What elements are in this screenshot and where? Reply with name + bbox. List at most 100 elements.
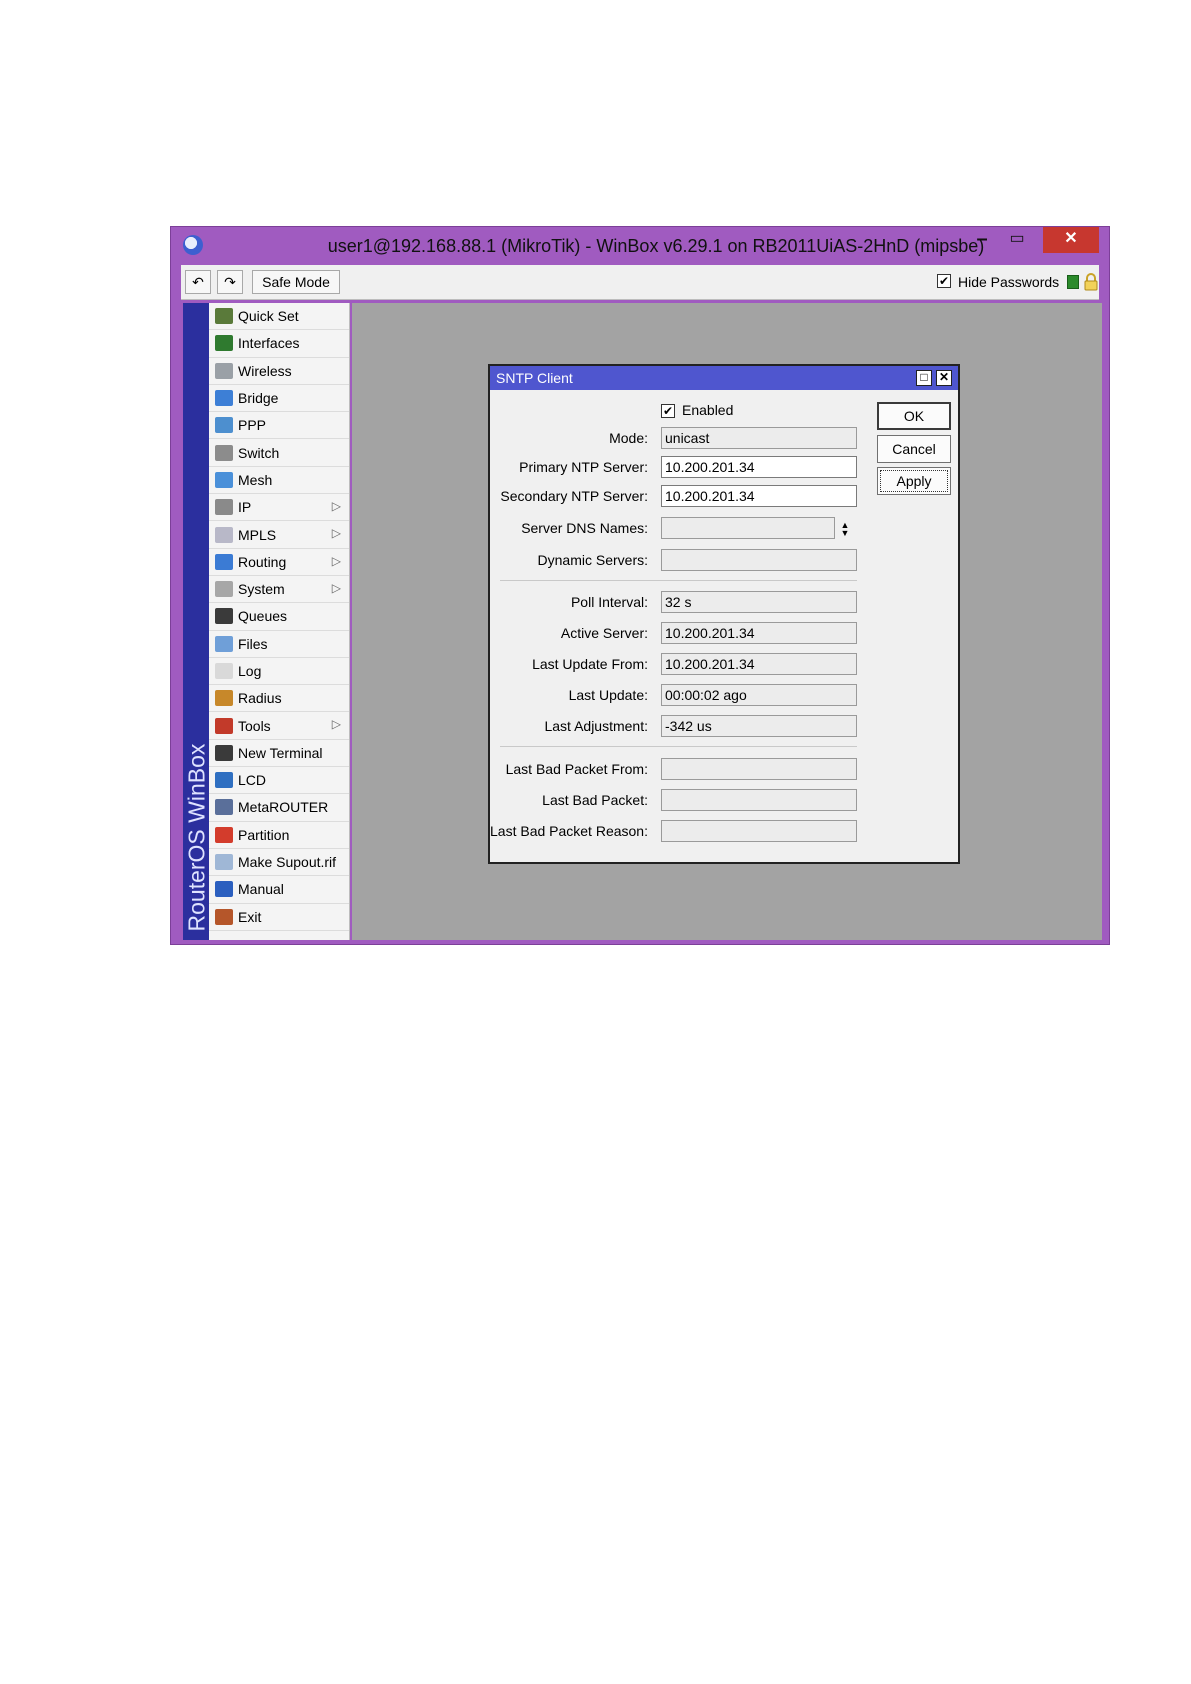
wireless-icon xyxy=(215,362,233,379)
minimize-button[interactable]: – xyxy=(966,227,998,253)
sidebar-item-label: PPP xyxy=(238,417,267,434)
sidebar-item-files[interactable]: Files xyxy=(209,631,349,658)
primary-ntp-input[interactable]: 10.200.201.34 xyxy=(661,456,857,478)
last-bad-packet-from-label: Last Bad Packet From: xyxy=(505,761,648,777)
secondary-ntp-input[interactable]: 10.200.201.34 xyxy=(661,485,857,507)
sidebar-item-interfaces[interactable]: Interfaces xyxy=(209,330,349,358)
ip-icon xyxy=(215,499,233,516)
quick-set-icon xyxy=(215,308,233,325)
sidebar-item-system[interactable]: System ▷ xyxy=(209,576,349,604)
updown-arrows-icon[interactable]: ▲ ▼ xyxy=(839,521,851,539)
sidebar-item-mpls[interactable]: MPLS ▷ xyxy=(209,521,349,549)
apply-button[interactable]: Apply xyxy=(877,467,951,495)
sidebar-item-new-terminal[interactable]: New Terminal xyxy=(209,740,349,768)
sidebar-item-switch[interactable]: Switch xyxy=(209,439,349,467)
close-button[interactable]: ✕ xyxy=(1043,227,1099,253)
sidebar-item-label: Tools xyxy=(238,717,271,734)
sidebar-item-label: Partition xyxy=(238,826,290,843)
winbox-app-icon[interactable] xyxy=(183,235,203,255)
lock-icon xyxy=(1084,273,1098,291)
sidebar-item-manual[interactable]: Manual xyxy=(209,876,349,904)
system-icon xyxy=(215,581,233,598)
sidebar-item-metarouter[interactable]: MetaROUTER xyxy=(209,794,349,822)
sidebar-item-lcd[interactable]: LCD xyxy=(209,767,349,795)
ppp-icon xyxy=(215,417,233,434)
routing-icon xyxy=(215,553,233,570)
sidebar-item-label: Mesh xyxy=(238,471,273,488)
supout-icon xyxy=(215,854,233,871)
toolbar: ↶ ↷ Safe Mode ✔ Hide Passwords xyxy=(181,265,1099,300)
partition-icon xyxy=(215,826,233,843)
sidebar-item-make-supout-rif[interactable]: Make Supout.rif xyxy=(209,849,349,877)
sidebar-item-ppp[interactable]: PPP xyxy=(209,412,349,440)
sidebar-brand-strip: RouterOS WinBox xyxy=(183,303,210,940)
sidebar-item-label: Log xyxy=(238,663,262,679)
server-dns-names-input[interactable] xyxy=(661,517,835,539)
redo-button[interactable]: ↷ xyxy=(217,270,243,294)
sidebar-item-tools[interactable]: Tools ▷ xyxy=(209,712,349,740)
mpls-icon xyxy=(215,526,233,543)
ok-button[interactable]: OK xyxy=(877,402,951,430)
hide-passwords-label[interactable]: Hide Passwords xyxy=(958,274,1059,290)
mesh-icon xyxy=(215,471,233,488)
submenu-arrow-icon: ▷ xyxy=(331,580,341,595)
bridge-icon xyxy=(215,390,233,407)
last-adjustment-field: -342 us xyxy=(661,715,857,737)
sidebar-item-bridge[interactable]: Bridge xyxy=(209,385,349,413)
separator xyxy=(500,580,857,581)
last-bad-packet-label: Last Bad Packet: xyxy=(542,792,648,808)
last-update-from-field: 10.200.201.34 xyxy=(661,653,857,675)
mode-label: Mode: xyxy=(609,430,648,446)
submenu-arrow-icon: ▷ xyxy=(331,553,341,568)
maximize-button[interactable]: ▭ xyxy=(1001,227,1033,253)
dialog-maximize-button[interactable]: □ xyxy=(916,370,932,386)
sidebar-item-label: Files xyxy=(238,635,268,652)
terminal-icon xyxy=(215,744,233,761)
submenu-arrow-icon: ▷ xyxy=(331,717,341,732)
sidebar-item-radius[interactable]: Radius xyxy=(209,685,349,713)
submenu-arrow-icon: ▷ xyxy=(331,526,341,541)
sidebar-item-quick-set[interactable]: Quick Set xyxy=(209,303,349,331)
last-bad-packet-reason-field xyxy=(661,820,857,842)
last-bad-packet-field xyxy=(661,789,857,811)
cancel-button[interactable]: Cancel xyxy=(877,435,951,463)
brand-label: RouterOS WinBox xyxy=(183,743,210,932)
sidebar-item-exit[interactable]: Exit xyxy=(209,904,349,931)
manual-icon xyxy=(215,881,233,898)
last-update-from-label: Last Update From: xyxy=(532,656,648,672)
secondary-ntp-label: Secondary NTP Server: xyxy=(500,488,648,504)
sidebar-item-label: Exit xyxy=(238,908,262,925)
dynamic-servers-label: Dynamic Servers: xyxy=(537,552,648,568)
sidebar-item-label: New Terminal xyxy=(238,744,323,761)
dialog-close-button[interactable]: ✕ xyxy=(936,370,952,386)
interfaces-icon xyxy=(215,335,233,352)
dialog-title[interactable]: SNTP Client xyxy=(490,366,958,390)
primary-ntp-label: Primary NTP Server: xyxy=(519,459,648,475)
sidebar-item-label: MPLS xyxy=(238,526,277,543)
poll-interval-field: 32 s xyxy=(661,591,857,613)
sidebar-item-label: System xyxy=(238,581,285,598)
sidebar-item-label: MetaROUTER xyxy=(238,799,329,816)
sidebar-item-wireless[interactable]: Wireless xyxy=(209,358,349,385)
title-bar[interactable]: user1@192.168.88.1 (MikroTik) - WinBox v… xyxy=(171,227,1109,264)
exit-icon xyxy=(215,908,233,925)
enabled-label[interactable]: Enabled xyxy=(682,402,733,418)
sidebar-item-log[interactable]: Log xyxy=(209,658,349,686)
radius-icon xyxy=(215,690,233,707)
safe-mode-button[interactable]: Safe Mode xyxy=(252,270,340,294)
sidebar-item-ip[interactable]: IP ▷ xyxy=(209,494,349,522)
sidebar-item-label: Manual xyxy=(238,881,284,898)
last-adjustment-label: Last Adjustment: xyxy=(544,718,648,734)
sidebar-item-partition[interactable]: Partition xyxy=(209,822,349,849)
mode-select[interactable]: unicast xyxy=(661,427,857,449)
sidebar-item-queues[interactable]: Queues xyxy=(209,603,349,631)
queues-icon xyxy=(215,608,233,625)
undo-button[interactable]: ↶ xyxy=(185,270,211,294)
switch-icon xyxy=(215,444,233,461)
enabled-checkbox[interactable]: ✔ xyxy=(661,404,675,418)
sidebar-item-routing[interactable]: Routing ▷ xyxy=(209,549,349,576)
hide-passwords-checkbox[interactable]: ✔ xyxy=(937,274,951,288)
lcd-icon xyxy=(215,772,233,789)
sidebar-item-mesh[interactable]: Mesh xyxy=(209,467,349,495)
sidebar-item-label: Interfaces xyxy=(238,335,300,352)
